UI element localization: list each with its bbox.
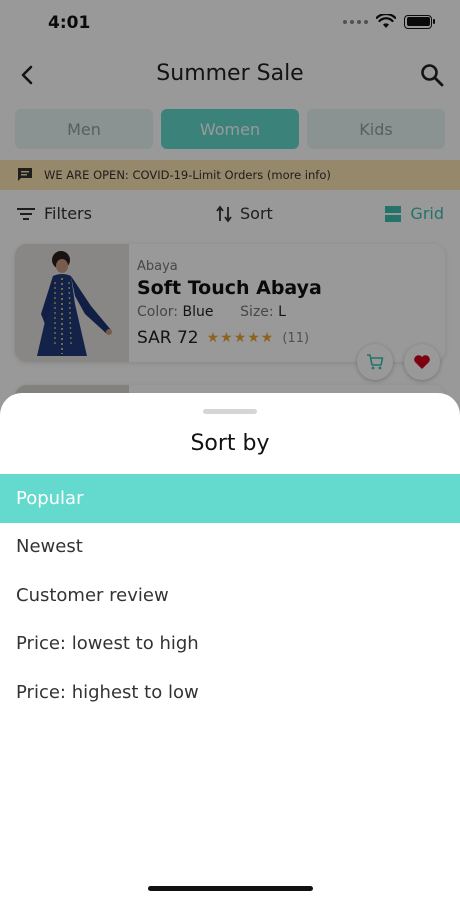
sort-option-customer-review[interactable]: Customer review xyxy=(0,571,460,620)
sort-options-list: Popular Newest Customer review Price: lo… xyxy=(0,474,460,717)
sheet-title: Sort by xyxy=(190,431,270,456)
sort-option-popular[interactable]: Popular xyxy=(0,474,460,523)
sheet-grabber[interactable] xyxy=(203,409,257,414)
home-indicator xyxy=(148,886,313,891)
sort-option-price-high-to-low[interactable]: Price: highest to low xyxy=(0,668,460,717)
sort-option-price-low-to-high[interactable]: Price: lowest to high xyxy=(0,620,460,669)
app-screen: 4:01 Summer Sale Men Women Kids WE ARE O… xyxy=(0,0,460,900)
sort-bottom-sheet: Sort by Popular Newest Customer review P… xyxy=(0,393,460,900)
sort-option-newest[interactable]: Newest xyxy=(0,523,460,572)
